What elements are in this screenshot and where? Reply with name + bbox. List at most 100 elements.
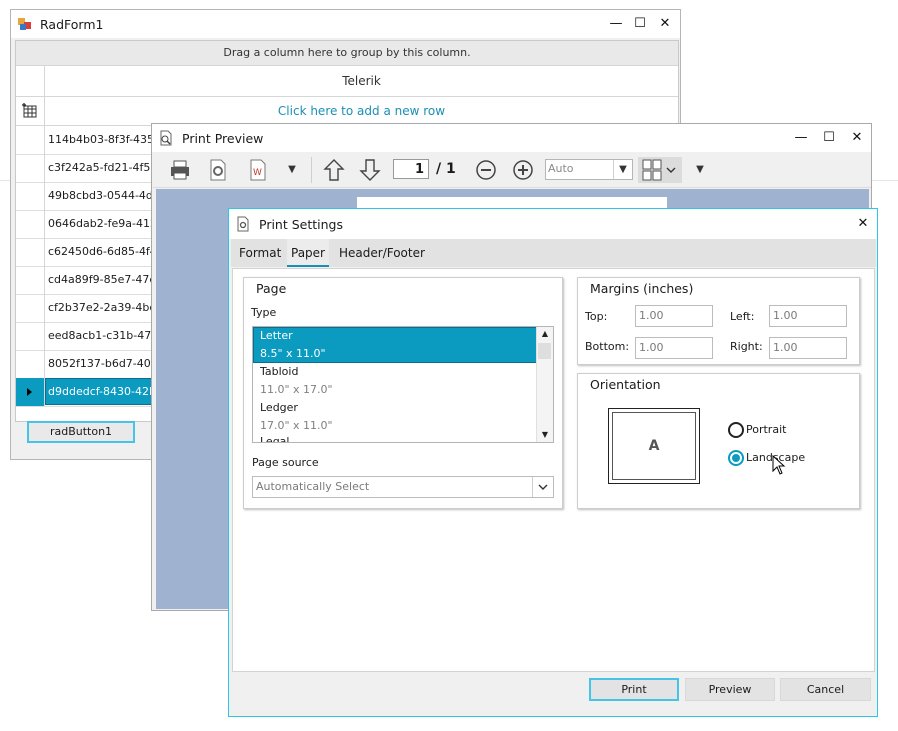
overflow-dropdown-icon[interactable]: ▼ <box>693 157 707 183</box>
chevron-down-icon[interactable]: ▼ <box>613 160 632 179</box>
minimize-button[interactable]: — <box>607 15 625 33</box>
settings-close-button[interactable]: ✕ <box>854 215 872 233</box>
header-indicator-cell <box>16 66 45 96</box>
previous-page-icon[interactable] <box>321 157 347 183</box>
grid-header-row: Telerik <box>16 66 678 97</box>
toolbar-dropdown-icon[interactable]: ▼ <box>285 157 299 183</box>
margin-right-input[interactable]: 1.00 <box>769 337 847 359</box>
page-group-title: Page <box>256 281 287 296</box>
svg-text:W: W <box>253 168 262 178</box>
orientation-group: Orientation A Portrait Landscape <box>577 373 860 509</box>
margin-bottom-input[interactable]: 1.00 <box>635 337 713 359</box>
zoom-combo[interactable]: Auto ▼ <box>545 159 633 180</box>
row-indicator[interactable] <box>16 238 45 266</box>
group-panel[interactable]: Drag a column here to group by this colu… <box>16 41 678 66</box>
page-layout-icon[interactable] <box>638 157 682 183</box>
app-icon <box>17 17 32 35</box>
paper-type-list[interactable]: Letter 8.5" x 11.0" Tabloid 11.0" x 17.0… <box>252 326 554 443</box>
list-item[interactable]: Legal <box>253 433 537 442</box>
print-button[interactable]: Print <box>589 678 679 701</box>
next-page-icon[interactable] <box>357 157 383 183</box>
list-item-size[interactable]: 11.0" x 17.0" <box>253 381 537 399</box>
row-indicator[interactable] <box>16 154 45 182</box>
column-header-telerik[interactable]: Telerik <box>45 66 678 96</box>
page-total: / 1 <box>436 161 456 177</box>
margin-bottom-label: Bottom: <box>585 340 630 353</box>
preview-canvas <box>156 189 229 609</box>
page-source-value: Automatically Select <box>256 480 370 493</box>
table-cell[interactable]: 0646dab2-fe9a-4123 <box>48 210 164 238</box>
row-indicator[interactable] <box>16 322 45 350</box>
table-cell[interactable]: 8052f137-b6d7-40b0 <box>48 350 165 378</box>
list-scrollbar[interactable]: ▲ ▼ <box>536 327 553 442</box>
tab-format[interactable]: Format <box>239 239 281 267</box>
portrait-radio[interactable] <box>728 422 744 438</box>
radform-titlebar[interactable]: RadForm1 — ☐ ✕ <box>11 10 680 38</box>
scroll-down-icon[interactable]: ▼ <box>537 428 553 442</box>
mouse-cursor-icon <box>772 454 786 479</box>
zoom-in-icon[interactable] <box>511 157 535 183</box>
row-indicator[interactable] <box>16 210 45 238</box>
list-item-size[interactable]: 8.5" x 11.0" <box>253 345 537 363</box>
row-indicator[interactable] <box>16 294 45 322</box>
page-source-combo[interactable]: Automatically Select <box>252 476 554 498</box>
zoom-value: Auto <box>548 162 574 175</box>
list-item[interactable]: Ledger <box>253 399 537 417</box>
row-indicator[interactable] <box>16 126 45 154</box>
orientation-preview: A <box>608 408 700 484</box>
scroll-up-icon[interactable]: ▲ <box>537 327 553 341</box>
tab-paper[interactable]: Paper <box>287 239 329 267</box>
row-indicator[interactable] <box>16 266 45 294</box>
page-source-label: Page source <box>252 456 319 469</box>
preview-maximize-button[interactable]: ☐ <box>820 129 838 147</box>
list-item[interactable]: Letter <box>253 327 537 345</box>
print-preview-title: Print Preview <box>182 131 264 146</box>
settings-tabs: Format Paper Header/Footer <box>231 239 876 267</box>
table-cell[interactable]: c62450d6-6d85-4f40- <box>48 238 168 266</box>
preview-minimize-button[interactable]: — <box>792 129 810 147</box>
add-new-row-link[interactable]: Click here to add a new row <box>45 97 678 125</box>
row-indicator[interactable] <box>16 182 45 210</box>
table-cell[interactable]: d9ddedcf-8430-42bf- <box>48 378 163 406</box>
margin-left-input[interactable]: 1.00 <box>769 305 847 327</box>
margin-top-label: Top: <box>585 310 608 323</box>
row-indicator[interactable] <box>16 350 45 378</box>
paper-tab-content: Page Type Letter 8.5" x 11.0" Tabloid 11… <box>232 268 875 672</box>
tab-header-footer[interactable]: Header/Footer <box>339 239 425 267</box>
preview-button[interactable]: Preview <box>685 678 775 701</box>
portrait-label[interactable]: Portrait <box>746 423 786 436</box>
table-cell[interactable]: cd4a89f9-85e7-47e2- <box>48 266 167 294</box>
new-row[interactable]: Click here to add a new row <box>16 97 678 126</box>
scroll-thumb[interactable] <box>538 343 551 359</box>
radform-title: RadForm1 <box>40 17 104 32</box>
page-number-input[interactable]: 1 <box>393 159 429 179</box>
close-button[interactable]: ✕ <box>656 15 674 33</box>
margin-top-input[interactable]: 1.00 <box>635 305 713 327</box>
print-preview-icon <box>158 130 174 149</box>
maximize-button[interactable]: ☐ <box>631 15 649 33</box>
print-settings-dialog: Print Settings ✕ Format Paper Header/Foo… <box>228 208 878 717</box>
margin-right-label: Right: <box>730 340 763 353</box>
preview-close-button[interactable]: ✕ <box>848 129 866 147</box>
print-preview-titlebar[interactable]: Print Preview — ☐ ✕ <box>152 124 871 152</box>
landscape-radio[interactable] <box>728 450 744 466</box>
table-cell[interactable]: eed8acb1-c31b-47ae <box>48 322 165 350</box>
table-cell[interactable]: cf2b37e2-2a39-4bc8- <box>48 294 166 322</box>
print-settings-titlebar[interactable]: Print Settings ✕ <box>229 209 877 239</box>
print-icon[interactable] <box>167 157 193 183</box>
table-cell[interactable]: 49b8cbd3-0544-4dd8 <box>48 182 167 210</box>
radbutton1[interactable]: radButton1 <box>27 421 135 443</box>
print-settings-icon[interactable] <box>205 157 231 183</box>
print-settings-title: Print Settings <box>259 217 343 232</box>
table-cell[interactable]: 114b4b03-8f3f-435d- <box>48 126 165 154</box>
margin-left-label: Left: <box>730 310 755 323</box>
chevron-down-icon[interactable] <box>532 477 553 497</box>
preview-toolbar: W ▼ 1 / 1 Auto ▼ ▼ <box>153 153 871 188</box>
current-row-arrow-icon <box>27 388 32 396</box>
list-item[interactable]: Tabloid <box>253 363 537 381</box>
row-indicator[interactable] <box>16 378 45 406</box>
zoom-out-icon[interactable] <box>474 157 498 183</box>
print-settings-icon <box>235 216 251 235</box>
watermark-icon[interactable]: W <box>245 157 271 183</box>
cancel-button[interactable]: Cancel <box>780 678 871 701</box>
